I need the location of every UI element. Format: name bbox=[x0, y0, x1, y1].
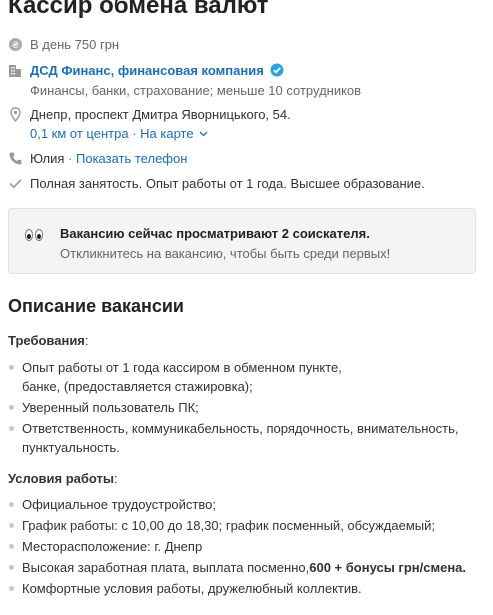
distance-link[interactable]: 0,1 км от центра bbox=[30, 126, 129, 141]
list-item: Уверенный пользователь ПК; bbox=[8, 398, 478, 417]
banner-headline: Вакансию сейчас просматривают 2 соискате… bbox=[60, 226, 370, 241]
list-item: Месторасположение: г. Днепр bbox=[8, 537, 478, 556]
list-item: Высокая заработная плата, выплата посмен… bbox=[8, 558, 478, 577]
list-item: Официальное трудоустройство; bbox=[8, 495, 478, 514]
map-link[interactable]: На карте bbox=[140, 126, 193, 141]
phone-icon bbox=[8, 151, 23, 166]
eyes-icon bbox=[25, 229, 43, 241]
salary-text: В день 750 грн bbox=[30, 37, 120, 52]
coin-icon: ₴ bbox=[8, 37, 23, 52]
list-item: Опыт работы от 1 года кассиром в обменно… bbox=[8, 358, 478, 396]
conditions-summary: Полная занятость. Опыт работы от 1 года.… bbox=[30, 176, 425, 191]
viewers-banner: Вакансию сейчас просматривают 2 соискате… bbox=[8, 208, 476, 274]
description-heading: Описание вакансии bbox=[8, 296, 185, 316]
list-item: Комфортные условия работы, дружелюбный к… bbox=[8, 579, 478, 598]
verified-icon bbox=[270, 63, 284, 82]
salary-row: ₴ В день 750 грн bbox=[8, 36, 119, 54]
show-phone-link[interactable]: Показать телефон bbox=[76, 151, 187, 166]
company-row: ДСД Финанс, финансовая компания Финансы,… bbox=[8, 62, 361, 100]
requirements-list: Опыт работы от 1 года кассиром в обменно… bbox=[8, 358, 478, 459]
separator: · bbox=[132, 126, 141, 141]
checkmark-icon bbox=[8, 176, 23, 191]
location-pin-icon bbox=[8, 107, 23, 122]
conditions-title: Условия работы: bbox=[8, 471, 118, 486]
chevron-down-icon[interactable] bbox=[199, 124, 208, 142]
conditions-row: Полная занятость. Опыт работы от 1 года.… bbox=[8, 175, 425, 193]
conditions-list: Официальное трудоустройство; График рабо… bbox=[8, 495, 478, 600]
svg-text:₴: ₴ bbox=[12, 41, 19, 51]
address-text: Днепр, проспект Дмитра Яворницького, 54. bbox=[30, 107, 291, 122]
address-row: Днепр, проспект Дмитра Яворницького, 54.… bbox=[8, 106, 291, 143]
contact-name: Юлия bbox=[30, 151, 65, 166]
contact-row: Юлия · Показать телефон bbox=[8, 150, 187, 168]
company-link[interactable]: ДСД Финанс, финансовая компания bbox=[30, 63, 264, 78]
building-icon bbox=[8, 63, 23, 78]
company-meta: Финансы, банки, страхование; меньше 10 с… bbox=[30, 83, 362, 98]
separator: · bbox=[64, 151, 76, 166]
banner-subtext: Откликнитесь на вакансию, чтобы быть сре… bbox=[60, 246, 391, 261]
list-item: Ответственность, коммуникабельность, пор… bbox=[8, 419, 478, 457]
list-item: График работы: с 10,00 до 18,30; график … bbox=[8, 516, 478, 535]
vacancy-title: Кассир обмена валют bbox=[8, 0, 269, 19]
requirements-title: Требования: bbox=[8, 333, 89, 348]
